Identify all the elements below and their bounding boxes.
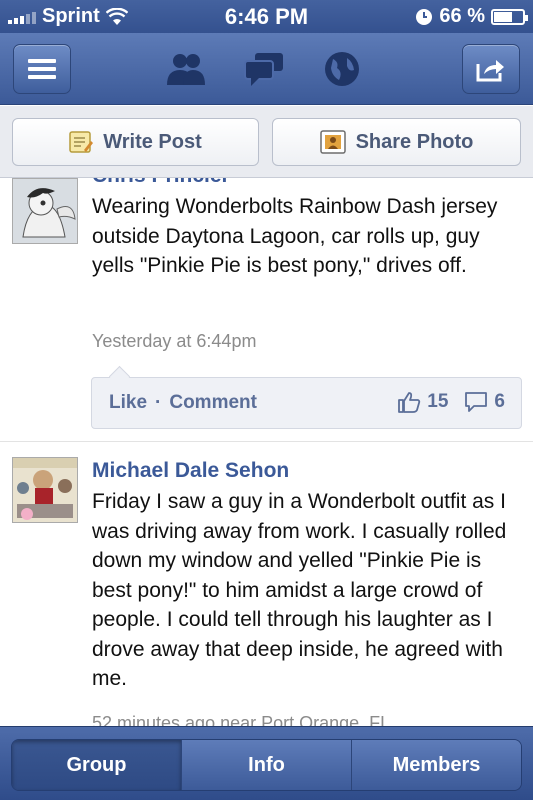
notifications-button[interactable] (321, 49, 363, 89)
battery-percent: 66 % (439, 5, 485, 27)
comment-bubble-icon (465, 392, 488, 412)
avatar[interactable] (12, 178, 78, 244)
post-timestamp[interactable]: 52 minutes ago near Port Orange, FL (92, 713, 390, 726)
tab-group-feed[interactable]: Group (12, 740, 182, 790)
thumbs-up-icon (398, 392, 421, 413)
status-bar: Sprint 6:46 PM 66 % (0, 0, 533, 33)
share-button[interactable] (462, 44, 520, 94)
post-timestamp[interactable]: Yesterday at 6:44pm (92, 331, 256, 352)
action-bar: Write Post Share Photo (0, 106, 533, 178)
group-feed[interactable]: Chris Princler Wearing Wonderbolts Rainb… (0, 178, 533, 726)
hamburger-icon (28, 59, 56, 79)
share-out-icon (476, 60, 504, 82)
post-body: Wearing Wonderbolts Rainbow Dash jersey … (92, 195, 498, 277)
nav-icons (165, 49, 363, 89)
bottom-tab-bar: Group Info Members (0, 726, 533, 800)
write-post-label: Write Post (103, 130, 202, 153)
post-author[interactable]: Michael Dale Sehon (92, 459, 289, 483)
post-actions: Like · Comment (109, 392, 257, 414)
friend-requests-button[interactable] (165, 49, 207, 89)
menu-button[interactable] (13, 44, 71, 94)
comment-count: 6 (494, 391, 505, 412)
write-post-button[interactable]: Write Post (12, 118, 259, 166)
tab-group: Group Info Members (11, 739, 522, 791)
nav-bar (0, 33, 533, 105)
alarm-clock-icon (416, 8, 433, 25)
pony-avatar-image (13, 179, 77, 243)
post-counts[interactable]: 15 6 (397, 391, 505, 413)
battery-icon (491, 8, 528, 25)
photo-icon (319, 130, 346, 154)
globe-icon (325, 52, 359, 86)
share-photo-button[interactable]: Share Photo (272, 118, 521, 166)
action-separator: · (155, 392, 162, 413)
messages-button[interactable] (243, 49, 285, 89)
friends-icon (167, 54, 205, 85)
post-body: Friday I saw a guy in a Wonderbolt outfi… (92, 490, 507, 690)
battery-fill (494, 11, 512, 22)
post-author[interactable]: Chris Princler (92, 178, 230, 188)
messages-icon (244, 53, 283, 86)
like-count: 15 (427, 391, 449, 412)
comment-button[interactable]: Comment (169, 392, 257, 414)
like-button[interactable]: Like (109, 392, 147, 414)
share-photo-label: Share Photo (355, 130, 474, 153)
group-photo-avatar-image (13, 458, 77, 522)
status-right: 66 % (415, 5, 528, 28)
tab-info[interactable]: Info (182, 740, 352, 790)
tab-members[interactable]: Members (352, 740, 521, 790)
pencil-note-icon (69, 131, 94, 153)
post-divider (0, 441, 533, 442)
like-comment-bar: Like · Comment 15 6 (91, 377, 522, 429)
avatar[interactable] (12, 457, 78, 523)
